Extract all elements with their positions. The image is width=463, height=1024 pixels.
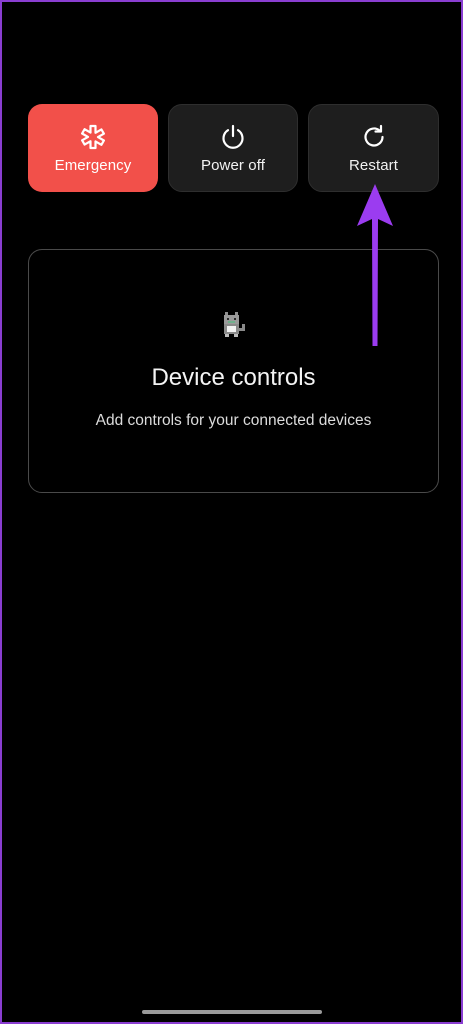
power-actions-row: Emergency Power off Restart xyxy=(28,104,439,194)
restart-button[interactable]: Restart xyxy=(308,104,439,192)
emergency-button[interactable]: Emergency xyxy=(28,104,158,192)
power-off-button[interactable]: Power off xyxy=(168,104,298,192)
device-controls-card[interactable]: Device controls Add controls for your co… xyxy=(28,249,439,493)
home-indicator[interactable] xyxy=(141,1010,322,1014)
power-off-label: Power off xyxy=(201,156,265,174)
device-controls-title: Device controls xyxy=(151,364,316,391)
power-menu-screen: Emergency Power off Restart Device contr… xyxy=(0,0,463,1024)
emergency-label: Emergency xyxy=(54,156,132,174)
medical-star-icon xyxy=(81,124,105,149)
device-controls-subtitle: Add controls for your connected devices xyxy=(95,412,372,429)
cat-icon xyxy=(223,312,245,337)
restart-icon xyxy=(363,124,384,146)
power-icon xyxy=(222,124,244,149)
restart-label: Restart xyxy=(348,156,399,174)
